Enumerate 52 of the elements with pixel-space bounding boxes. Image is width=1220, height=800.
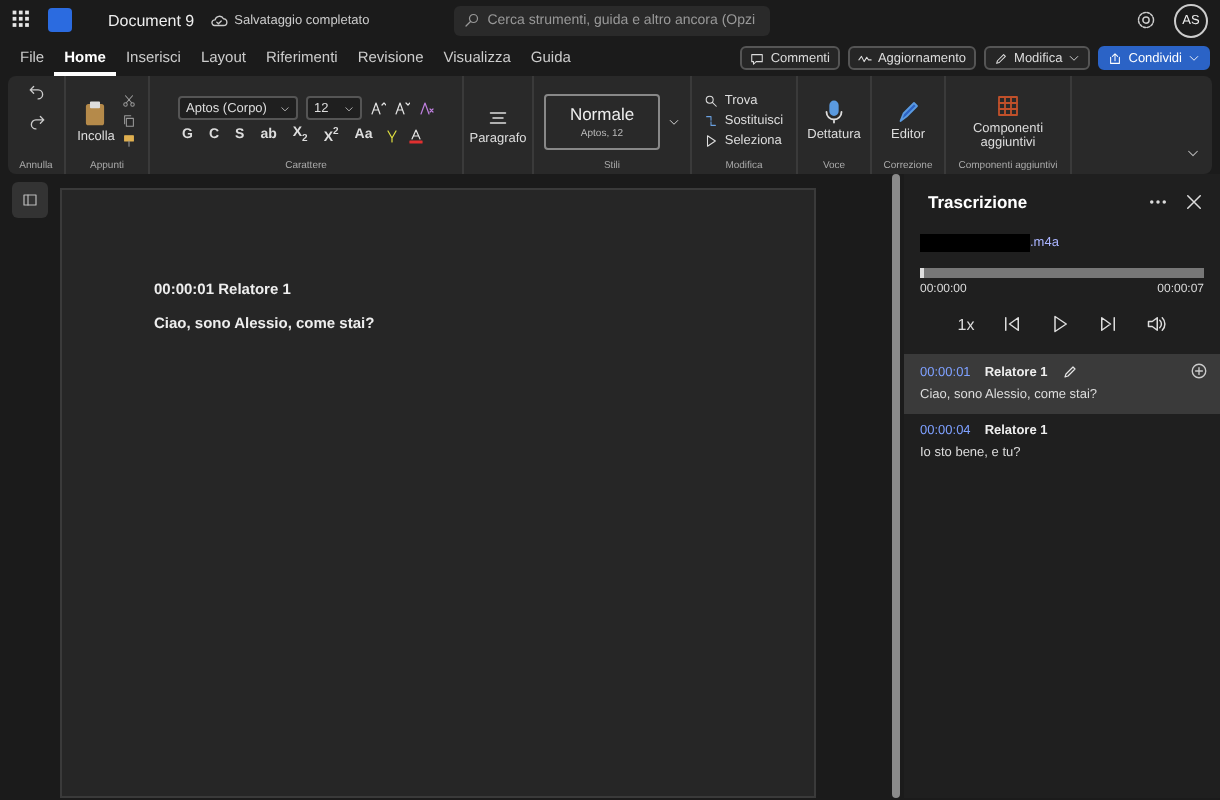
previous-button[interactable] [1002, 314, 1023, 334]
pen-icon [895, 100, 920, 124]
pencil-icon[interactable] [1061, 364, 1078, 380]
skip-back-icon [1002, 314, 1023, 334]
chevron-down-icon[interactable] [1186, 146, 1200, 160]
edit-icon [994, 51, 1009, 65]
speed-button[interactable]: 1x [957, 315, 975, 333]
caret-icon [344, 103, 354, 114]
microphone-icon [822, 100, 846, 124]
redacted-block [920, 234, 1030, 252]
caret-icon[interactable] [668, 115, 680, 127]
shrink-font-icon[interactable] [394, 100, 410, 117]
undo-icon[interactable] [27, 82, 45, 100]
skip-forward-icon [1098, 314, 1119, 334]
clipboard-icon [82, 99, 109, 125]
close-button[interactable] [1184, 192, 1204, 212]
document-title: Document 9 [108, 11, 195, 29]
cloud-check-icon [210, 11, 229, 29]
caret-icon [1068, 52, 1081, 64]
redo-icon[interactable] [27, 112, 45, 130]
speaker-icon [1146, 314, 1167, 334]
copy-icon[interactable] [122, 114, 137, 128]
volume-button[interactable] [1146, 314, 1167, 334]
search-icon [463, 12, 480, 28]
close-icon [1184, 192, 1204, 212]
scissors-icon[interactable] [122, 94, 137, 108]
format-painter-icon[interactable] [122, 134, 137, 148]
caret-icon [280, 103, 290, 114]
grid-icon [996, 93, 1020, 117]
playback-slider[interactable] [920, 268, 1204, 278]
share-icon [1108, 51, 1123, 65]
play-icon [1050, 314, 1071, 334]
settings-icon[interactable] [1136, 10, 1156, 30]
next-button[interactable] [1098, 314, 1119, 334]
pane-icon [22, 192, 38, 208]
search-icon [704, 94, 719, 108]
clear-format-icon[interactable] [418, 100, 434, 117]
paragraph-icon [488, 108, 508, 128]
app-logo-icon [48, 8, 72, 32]
add-icon[interactable] [1190, 362, 1208, 380]
app-grid-icon[interactable] [12, 10, 32, 30]
play-button[interactable] [1050, 314, 1071, 334]
highlighter-icon[interactable] [384, 127, 401, 144]
panel-title: Trascrizione [928, 192, 1028, 212]
cursor-icon [704, 134, 719, 148]
navigation-pane-button[interactable] [12, 182, 48, 218]
scrollbar[interactable] [892, 174, 900, 798]
activity-icon [857, 51, 872, 65]
font-color-icon[interactable] [408, 127, 425, 144]
caret-icon [1188, 52, 1200, 64]
grow-font-icon[interactable] [370, 100, 386, 117]
comment-icon [750, 51, 765, 65]
